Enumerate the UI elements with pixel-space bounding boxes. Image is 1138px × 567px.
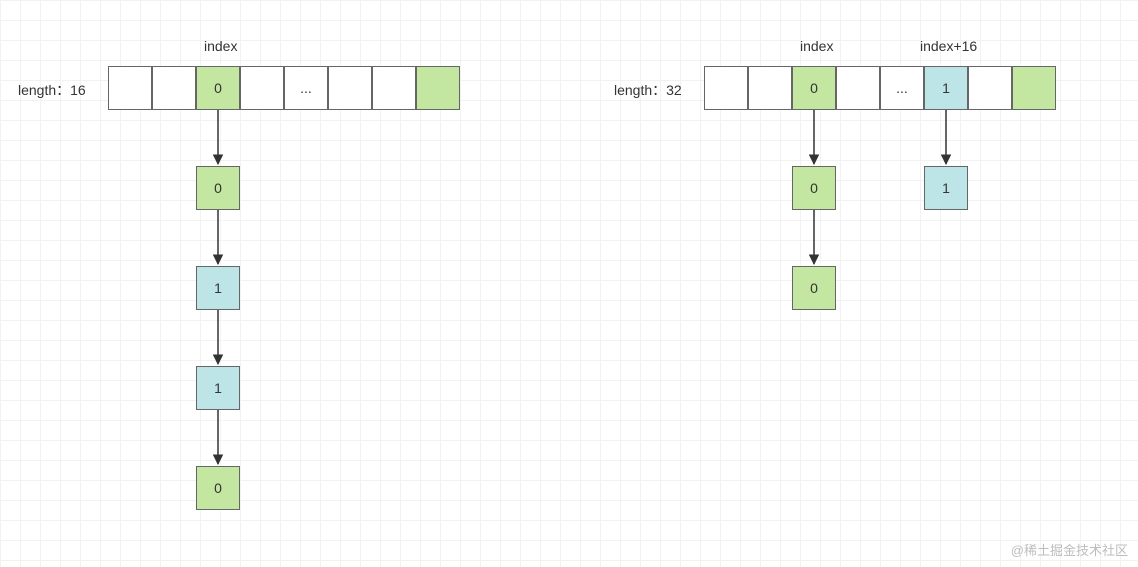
watermark: @稀土掘金技术社区: [1011, 540, 1128, 559]
arrows: [0, 0, 1138, 567]
